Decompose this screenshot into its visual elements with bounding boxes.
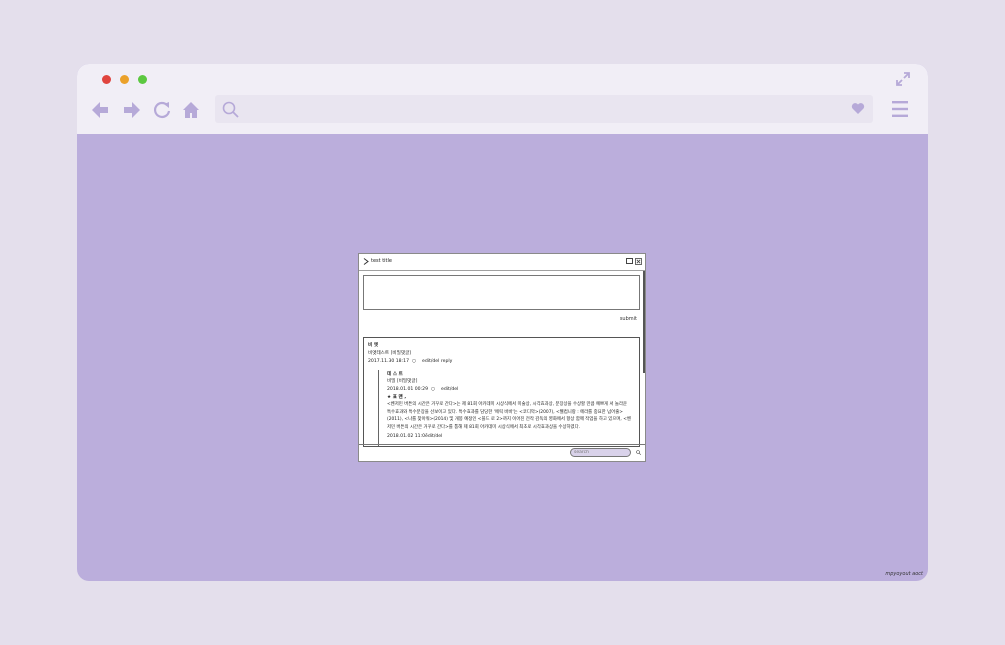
forward-arrow-icon[interactable] [123, 101, 141, 119]
reply-author: ★ 표 맨 , [387, 395, 407, 400]
maximize-icon[interactable] [626, 258, 633, 264]
back-arrow-icon[interactable] [91, 101, 109, 119]
watermark: mpyoyout aoct [885, 571, 923, 577]
home-icon[interactable] [182, 101, 200, 119]
comment-dialog: test title submit 비 엣 비엣테스트 [비밀댓글] 2017.… [358, 253, 646, 462]
comment-list: 비 엣 비엣테스트 [비밀댓글] 2017.11.30 18:17 ○ edit… [363, 337, 640, 447]
comment-actions[interactable]: edit/del reply [422, 359, 452, 364]
reply-actions[interactable]: edit/del [441, 387, 458, 392]
zoom-window-button[interactable] [138, 75, 147, 84]
dialog-scrollbar[interactable] [643, 271, 645, 373]
reply-author: 데 스 트 [387, 372, 403, 377]
close-icon[interactable] [635, 258, 642, 265]
comment-dot-icon: ○ [412, 359, 417, 364]
reload-icon[interactable] [153, 101, 171, 119]
comment-text: 비엣테스트 [비밀댓글] [368, 351, 412, 356]
heart-icon[interactable] [851, 102, 865, 115]
search-icon[interactable] [636, 450, 641, 455]
browser-toolbar [77, 64, 928, 134]
comment-textarea[interactable] [363, 275, 640, 310]
browser-window: test title submit 비 엣 비엣테스트 [비밀댓글] 2017.… [77, 64, 928, 581]
search-icon [222, 101, 239, 118]
reply-dot-icon: ○ [431, 387, 436, 392]
reply-date: 2018.01.02 11:09 [387, 434, 429, 439]
reply-actions[interactable]: edit/del [425, 434, 443, 439]
reply-text: <벤저민 버튼의 시간은 거꾸로 간다>는 제 81회 아카데미 시상식에서 미… [387, 402, 631, 430]
submit-button[interactable]: submit [620, 316, 637, 322]
dialog-footer [359, 444, 645, 461]
hamburger-menu-icon[interactable] [892, 100, 908, 118]
search-input[interactable] [570, 448, 631, 457]
reply-text: 비밀 [비밀댓글] [387, 379, 418, 384]
address-bar[interactable] [215, 95, 873, 123]
expand-icon[interactable] [896, 72, 910, 86]
dialog-titlebar: test title [359, 254, 645, 271]
page-content: test title submit 비 엣 비엣테스트 [비밀댓글] 2017.… [77, 134, 928, 581]
reply-indent-line [378, 370, 379, 446]
dialog-title: test title [371, 258, 392, 264]
comment-date: 2017.11.30 18:17 [368, 359, 410, 364]
comment-author: 비 엣 [368, 343, 379, 348]
chevron-right-icon[interactable] [363, 258, 369, 265]
minimize-window-button[interactable] [120, 75, 129, 84]
reply-date: 2018.01.01 00:29 [387, 387, 429, 392]
close-window-button[interactable] [102, 75, 111, 84]
